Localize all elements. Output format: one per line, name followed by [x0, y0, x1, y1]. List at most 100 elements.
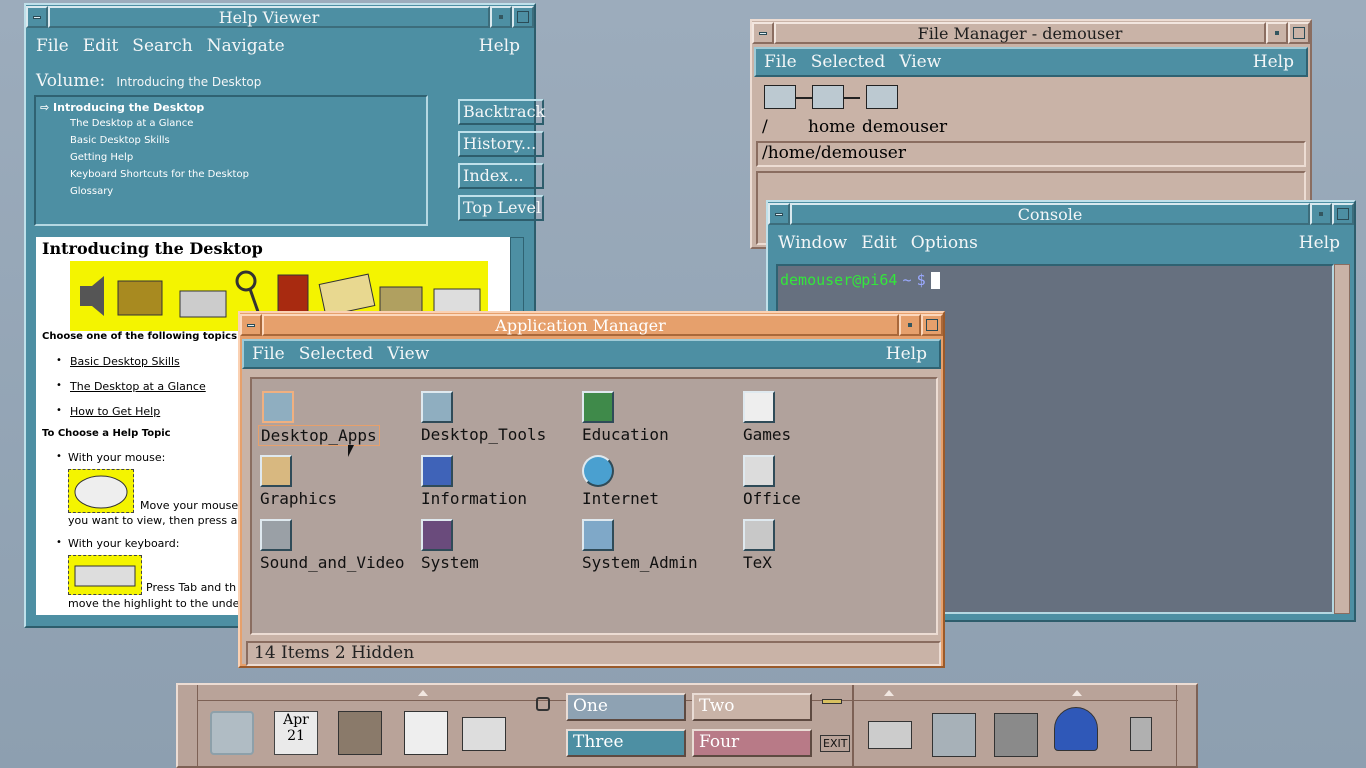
- menu-file[interactable]: File: [764, 52, 797, 72]
- topic-list[interactable]: ⇨ Introducing the Desktop The Desktop at…: [34, 95, 428, 226]
- clock-icon[interactable]: [210, 711, 254, 755]
- workspace-two[interactable]: Two: [692, 693, 812, 721]
- app-group-office[interactable]: Office: [741, 455, 901, 515]
- workspace-four[interactable]: Four: [692, 729, 812, 757]
- help-menubar: File Edit Search Navigate Help: [28, 31, 532, 61]
- app-group-internet[interactable]: Internet: [580, 455, 740, 515]
- app-group-system[interactable]: System: [419, 519, 579, 579]
- app-group-tex[interactable]: TeX: [741, 519, 901, 579]
- app-group-games[interactable]: Games: [741, 391, 901, 451]
- top-level-button[interactable]: Top Level: [458, 195, 544, 221]
- window-menu-button[interactable]: [26, 6, 48, 28]
- menu-help[interactable]: Help: [1299, 233, 1340, 253]
- window-menu-button[interactable]: [768, 203, 790, 225]
- menu-selected[interactable]: Selected: [299, 344, 374, 364]
- link-get-help[interactable]: How to Get Help: [70, 405, 160, 418]
- menu-help[interactable]: Help: [479, 36, 520, 56]
- subpanel-arrow-icon[interactable]: [884, 690, 894, 696]
- puzzle-icon: [421, 519, 453, 551]
- calendar-icon[interactable]: Apr 21: [274, 711, 318, 755]
- menu-help[interactable]: Help: [1253, 52, 1294, 72]
- current-arrow-icon: ⇨: [40, 101, 54, 114]
- path-user[interactable]: demouser: [862, 117, 947, 137]
- printer-icon[interactable]: [868, 721, 912, 749]
- maximize-button[interactable]: [512, 6, 534, 28]
- topic-item-current[interactable]: ⇨ Introducing the Desktop: [40, 101, 426, 118]
- maximize-button[interactable]: [1332, 203, 1354, 225]
- file-manager-icon[interactable]: [338, 711, 382, 755]
- console-scrollbar[interactable]: [1334, 264, 1350, 614]
- help-manager-icon[interactable]: [1054, 707, 1098, 751]
- mouse-label: With your mouse:: [68, 451, 166, 464]
- app-group-information[interactable]: Information: [419, 455, 579, 515]
- mailbox-icon[interactable]: [462, 717, 506, 751]
- window-menu-button[interactable]: [240, 314, 262, 336]
- console-titlebar[interactable]: Console: [768, 202, 1354, 226]
- path-field[interactable]: /home/demouser: [756, 141, 1306, 167]
- link-basic-skills[interactable]: Basic Desktop Skills: [70, 355, 180, 368]
- maximize-button[interactable]: [921, 314, 943, 336]
- subpanel-arrow-icon[interactable]: [1072, 690, 1082, 696]
- panel-subpanel-tabs: [198, 685, 1178, 701]
- menu-selected[interactable]: Selected: [811, 52, 886, 72]
- menu-window[interactable]: Window: [778, 233, 847, 253]
- help-viewer-titlebar[interactable]: Help Viewer: [26, 5, 534, 29]
- menu-file[interactable]: File: [36, 36, 69, 56]
- menu-navigate[interactable]: Navigate: [207, 36, 285, 56]
- window-menu-button[interactable]: [752, 22, 774, 44]
- prompt-sign: $: [916, 271, 926, 289]
- workspace-three[interactable]: Three: [566, 729, 686, 757]
- lock-icon[interactable]: [536, 697, 550, 711]
- console-menubar: Window Edit Options Help: [770, 228, 1352, 258]
- topic-item[interactable]: The Desktop at a Glance: [40, 118, 426, 135]
- text-editor-icon[interactable]: [404, 711, 448, 755]
- file-manager-titlebar[interactable]: File Manager - demouser: [752, 21, 1310, 45]
- menu-edit[interactable]: Edit: [861, 233, 897, 253]
- app-group-education[interactable]: Education: [580, 391, 740, 451]
- app-group-system-admin[interactable]: System_Admin: [580, 519, 740, 579]
- topic-item[interactable]: Basic Desktop Skills: [40, 135, 426, 152]
- app-manager-titlebar[interactable]: Application Manager: [240, 313, 943, 337]
- path-root[interactable]: /: [762, 117, 768, 137]
- minimize-button[interactable]: [1310, 203, 1332, 225]
- menu-file[interactable]: File: [252, 344, 285, 364]
- path-home[interactable]: home: [808, 117, 855, 137]
- exit-button[interactable]: EXIT: [820, 735, 851, 752]
- window-title: Console: [790, 203, 1310, 225]
- folder-icon[interactable]: [866, 85, 898, 109]
- minimize-button[interactable]: [899, 314, 921, 336]
- workspace-one[interactable]: One: [566, 693, 686, 721]
- menu-view[interactable]: View: [387, 344, 429, 364]
- menu-search[interactable]: Search: [132, 36, 192, 56]
- subpanel-arrow-icon[interactable]: [418, 690, 428, 696]
- menu-help[interactable]: Help: [886, 344, 927, 364]
- link-glance[interactable]: The Desktop at a Glance: [70, 380, 206, 393]
- app-group-sound-and-video[interactable]: Sound_and_Video: [258, 519, 418, 579]
- app-manager-icon[interactable]: [994, 713, 1038, 757]
- topic-item[interactable]: Glossary: [40, 186, 426, 203]
- panel-divider: [852, 685, 854, 766]
- topic-item[interactable]: Keyboard Shortcuts for the Desktop: [40, 169, 426, 186]
- media-icon: [260, 519, 292, 551]
- style-manager-icon[interactable]: [932, 713, 976, 757]
- app-icon-area[interactable]: Desktop_Apps Desktop_Tools Education Gam…: [250, 377, 938, 635]
- folder-icon[interactable]: [764, 85, 796, 109]
- maximize-button[interactable]: [1288, 22, 1310, 44]
- trash-icon[interactable]: [1130, 717, 1152, 751]
- app-group-graphics[interactable]: Graphics: [258, 455, 418, 515]
- topic-item[interactable]: Getting Help: [40, 152, 426, 169]
- history-button[interactable]: History...: [458, 131, 544, 157]
- minimize-button[interactable]: [490, 6, 512, 28]
- keyboard-icon: [68, 555, 142, 595]
- app-group-desktop-tools[interactable]: Desktop_Tools: [419, 391, 579, 451]
- menu-view[interactable]: View: [899, 52, 941, 72]
- minimize-button[interactable]: [1266, 22, 1288, 44]
- panel-handle-right[interactable]: [1176, 685, 1196, 766]
- panel-handle-left[interactable]: [178, 685, 198, 766]
- app-group-desktop-apps[interactable]: Desktop_Apps: [258, 391, 418, 451]
- menu-edit[interactable]: Edit: [83, 36, 119, 56]
- index-button[interactable]: Index...: [458, 163, 544, 189]
- folder-icon[interactable]: [812, 85, 844, 109]
- menu-options[interactable]: Options: [911, 233, 978, 253]
- backtrack-button[interactable]: Backtrack: [458, 99, 545, 125]
